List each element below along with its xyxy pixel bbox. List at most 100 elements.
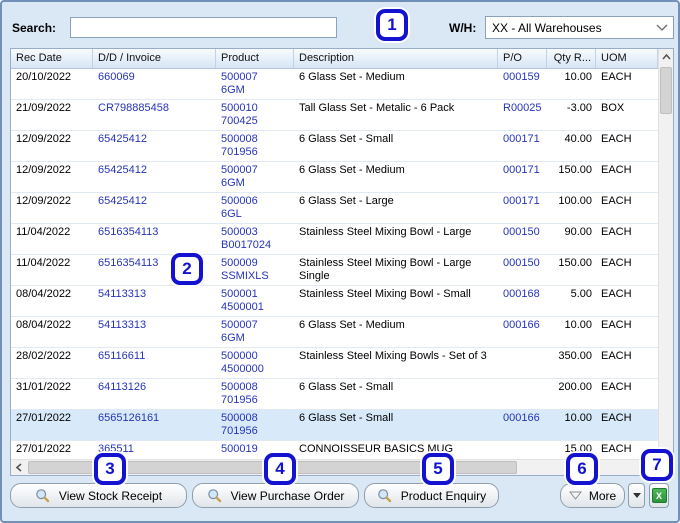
- cell-product[interactable]: 500000 4500000: [216, 348, 294, 378]
- vertical-scroll-thumb[interactable]: [660, 67, 672, 114]
- column-header-po[interactable]: P/O: [498, 49, 547, 68]
- cell-uom: EACH: [601, 195, 632, 207]
- cell-rec-date: 27/01/2022: [16, 443, 72, 455]
- cell-po[interactable]: [498, 441, 547, 459]
- table-row[interactable]: 12/09/2022 65425412 500006 6GL 6 Glass Set -…: [11, 193, 658, 224]
- cell-po[interactable]: 000166: [498, 317, 547, 347]
- cell-dd-invoice[interactable]: 65425412: [93, 162, 216, 192]
- column-header-rec-date[interactable]: Rec Date: [11, 49, 93, 68]
- cell-po[interactable]: 000168: [498, 286, 547, 316]
- table-row[interactable]: 11/04/2022 6516354113 500003 B0017024 Stainl…: [11, 224, 658, 255]
- cell-qty-received: 10.00: [564, 71, 592, 83]
- more-split-dropdown-button[interactable]: [628, 483, 645, 508]
- cell-dd-invoice[interactable]: 6516354113: [93, 224, 216, 254]
- cell-description: 6 Glass Set - Medium: [299, 71, 405, 83]
- cell-product[interactable]: 500010 700425: [216, 100, 294, 130]
- cell-uom: EACH: [601, 71, 632, 83]
- cell-dd-invoice[interactable]: 65116611: [93, 348, 216, 378]
- view-purchase-order-button[interactable]: View Purchase Order: [192, 483, 359, 508]
- cell-product[interactable]: 500008 701956: [216, 410, 294, 440]
- table-row[interactable]: 28/02/2022 65116611 500000 4500000 Stainless…: [11, 348, 658, 379]
- cell-dd-invoice[interactable]: 64113126: [93, 379, 216, 409]
- export-to-excel-button[interactable]: X: [649, 483, 669, 508]
- cell-description: 6 Glass Set - Medium: [299, 164, 405, 176]
- table-row[interactable]: 08/04/2022 54113313 500007 6GM 6 Glass Set -…: [11, 317, 658, 348]
- cell-po[interactable]: 000150: [498, 224, 547, 254]
- product-enquiry-button[interactable]: Product Enquiry: [364, 483, 499, 508]
- cell-po[interactable]: 000171: [498, 162, 547, 192]
- warehouse-select[interactable]: XX - All Warehouses: [485, 16, 674, 39]
- table-body: 20/10/2022 660069 500007 6GM 6 Glass Set - M…: [11, 69, 658, 459]
- cell-dd-invoice[interactable]: CR798885458: [93, 100, 216, 130]
- cell-description: CONNOISSEUR BASICS MUG: [299, 443, 454, 455]
- cell-product[interactable]: 500009 SSMIXLS: [216, 255, 294, 285]
- view-stock-receipt-button[interactable]: View Stock Receipt: [10, 483, 187, 508]
- table-row[interactable]: 11/04/2022 6516354113 500009 SSMIXLS Stainle…: [11, 255, 658, 286]
- column-header-description[interactable]: Description: [294, 49, 498, 68]
- table-row[interactable]: 27/01/2022 6565126161 500008 701956 6 Glass …: [11, 410, 658, 441]
- cell-dd-invoice[interactable]: 54113313: [93, 317, 216, 347]
- table-row[interactable]: 08/04/2022 54113313 500001 4500001 Stainless…: [11, 286, 658, 317]
- cell-qty-received: 150.00: [558, 164, 592, 176]
- cell-dd-invoice[interactable]: 6565126161: [93, 410, 216, 440]
- cell-description: 6 Glass Set - Medium: [299, 319, 405, 331]
- cell-po[interactable]: 000166: [498, 410, 547, 440]
- cell-description: Stainless Steel Mixing Bowl - Large: [299, 226, 472, 238]
- cell-product[interactable]: 500008 701956: [216, 379, 294, 409]
- cell-product[interactable]: 500001 4500001: [216, 286, 294, 316]
- cell-description: 6 Glass Set - Large: [299, 195, 394, 207]
- cell-po[interactable]: [498, 379, 547, 409]
- cell-rec-date: 08/04/2022: [16, 319, 72, 331]
- cell-product[interactable]: 500006 6GL: [216, 193, 294, 223]
- cell-qty-received: 90.00: [564, 226, 592, 238]
- table-row[interactable]: 31/01/2022 64113126 500008 701956 6 Glass Se…: [11, 379, 658, 410]
- scroll-left-button[interactable]: [11, 460, 27, 475]
- cell-rec-date: 08/04/2022: [16, 288, 72, 300]
- cell-product[interactable]: 500007 6GM: [216, 69, 294, 99]
- cell-product[interactable]: 500007 6GM: [216, 317, 294, 347]
- cell-qty-received: 100.00: [558, 195, 592, 207]
- annotation-callout-3: 3: [94, 453, 126, 485]
- cell-po[interactable]: 000171: [498, 131, 547, 161]
- cell-product[interactable]: 500008 701956: [216, 131, 294, 161]
- cell-po[interactable]: 000150: [498, 255, 547, 285]
- cell-dd-invoice[interactable]: 65425412: [93, 193, 216, 223]
- search-label: Search:: [12, 21, 57, 35]
- search-input[interactable]: [70, 17, 337, 38]
- table-row[interactable]: 12/09/2022 65425412 500008 701956 6 Glass Se…: [11, 131, 658, 162]
- column-header-uom[interactable]: UOM: [596, 49, 658, 68]
- cell-po[interactable]: [498, 348, 547, 378]
- cell-qty-received: -3.00: [566, 102, 592, 114]
- magnifier-icon: [207, 489, 221, 503]
- cell-description: Tall Glass Set - Metalic - 6 Pack: [299, 102, 455, 114]
- table-row[interactable]: 20/10/2022 660069 500007 6GM 6 Glass Set - M…: [11, 69, 658, 100]
- cell-po[interactable]: R00025: [498, 100, 547, 130]
- annotation-callout-4: 4: [264, 453, 296, 485]
- magnifier-icon: [377, 489, 391, 503]
- cell-uom: EACH: [601, 288, 632, 300]
- cell-description: Stainless Steel Mixing Bowls - Set of 3: [299, 350, 487, 362]
- vertical-scrollbar[interactable]: [658, 49, 673, 459]
- cell-qty-received: 200.00: [558, 381, 592, 393]
- table-row[interactable]: 21/09/2022 CR798885458 500010 700425 Tall Gl…: [11, 100, 658, 131]
- table-row[interactable]: 12/09/2022 65425412 500007 6GM 6 Glass Set -…: [11, 162, 658, 193]
- cell-product[interactable]: 500007 6GM: [216, 162, 294, 192]
- chevron-down-icon: [656, 24, 668, 31]
- column-header-qty-received[interactable]: Qty R...: [547, 49, 596, 68]
- column-header-dd-invoice[interactable]: D/D / Invoice: [93, 49, 216, 68]
- cell-uom: EACH: [601, 164, 632, 176]
- cell-po[interactable]: 000159: [498, 69, 547, 99]
- cell-qty-received: 10.00: [564, 319, 592, 331]
- cell-uom: EACH: [601, 319, 632, 331]
- more-button[interactable]: More: [560, 483, 625, 508]
- cell-product[interactable]: 500003 B0017024: [216, 224, 294, 254]
- cell-dd-invoice[interactable]: 65425412: [93, 131, 216, 161]
- scroll-up-button[interactable]: [659, 49, 673, 65]
- cell-rec-date: 12/09/2022: [16, 164, 72, 176]
- annotation-callout-2: 2: [171, 253, 203, 285]
- cell-rec-date: 12/09/2022: [16, 133, 72, 145]
- cell-dd-invoice[interactable]: 660069: [93, 69, 216, 99]
- column-header-product[interactable]: Product: [216, 49, 294, 68]
- cell-dd-invoice[interactable]: 54113313: [93, 286, 216, 316]
- cell-po[interactable]: 000171: [498, 193, 547, 223]
